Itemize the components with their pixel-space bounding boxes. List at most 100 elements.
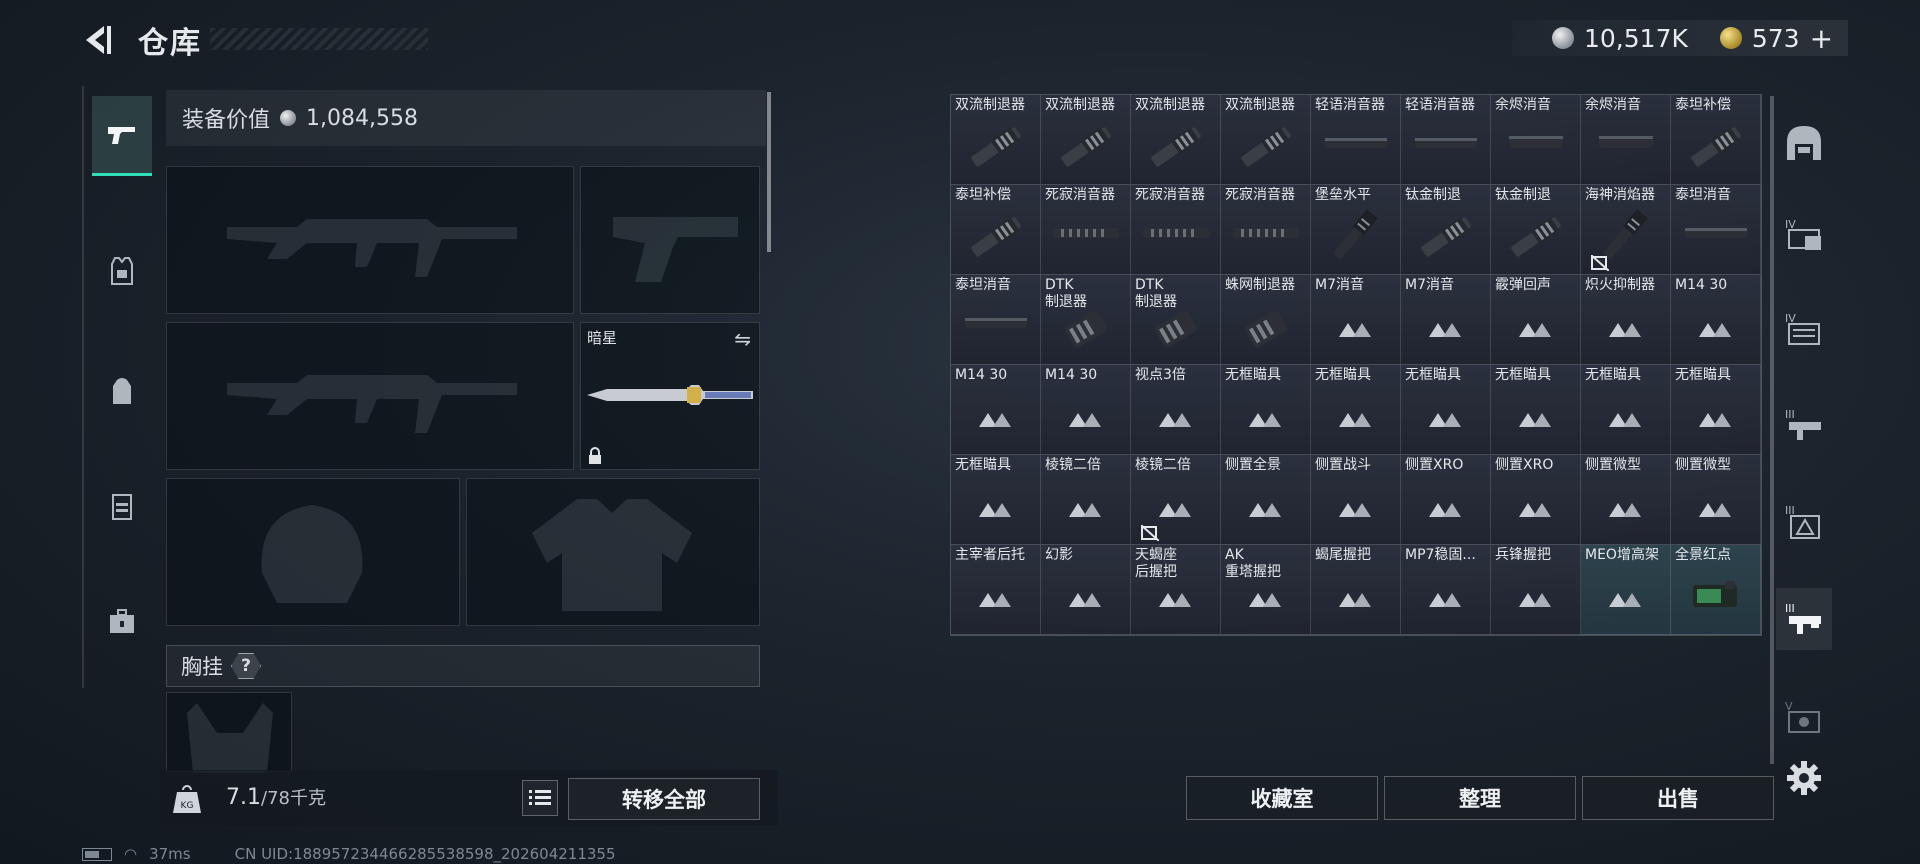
item-name: M7消音 — [1315, 277, 1364, 293]
inventory-item[interactable]: 泰坦补偿 — [1671, 95, 1761, 185]
inventory-item[interactable]: 棱镜二倍 — [1041, 455, 1131, 545]
inventory-item[interactable]: 炽火抑制器 — [1581, 275, 1671, 365]
primary-weapon-slot[interactable] — [166, 166, 574, 314]
inventory-item[interactable]: AK 重塔握把 — [1221, 545, 1311, 635]
inventory-item[interactable]: 死寂消音器 — [1131, 185, 1221, 275]
inventory-item[interactable]: 天蝎座 后握把 — [1131, 545, 1221, 635]
inventory-item[interactable]: DTK 制退器 — [1041, 275, 1131, 365]
inventory-item[interactable]: 轻语消音器 — [1311, 95, 1401, 185]
inventory-item[interactable]: 泰坦补偿 — [951, 185, 1041, 275]
add-gold-button[interactable]: + — [1810, 22, 1833, 55]
inventory-item[interactable]: 侧置微型 — [1581, 455, 1671, 545]
body-armor-slot[interactable] — [466, 478, 760, 626]
inventory-item[interactable]: 无框瞄具 — [1221, 365, 1311, 455]
loadout-scrollbar[interactable] — [767, 92, 771, 252]
swap-icon[interactable]: ⇋ — [734, 327, 751, 351]
inventory-item[interactable]: 钛金制退 — [1491, 185, 1581, 275]
sidearm-slot[interactable] — [580, 166, 760, 314]
inventory-item[interactable]: M7消音 — [1311, 275, 1401, 365]
inventory-item[interactable]: M14 30 — [1671, 275, 1761, 365]
inventory-item[interactable]: 侧置全景 — [1221, 455, 1311, 545]
placeholder-icon — [1519, 503, 1551, 517]
rifle-silhouette-icon — [227, 219, 517, 277]
inventory-item[interactable]: 无框瞄具 — [1491, 365, 1581, 455]
inventory-item[interactable]: MEO增高架 — [1581, 545, 1671, 635]
item-name: 无框瞄具 — [1315, 367, 1371, 383]
inventory-item[interactable]: 堡垒水平 — [1311, 185, 1401, 275]
stash-tab-3b[interactable]: III — [1776, 490, 1832, 552]
helmet-slot[interactable] — [166, 478, 460, 626]
suppressor-ribbed-icon — [1053, 228, 1119, 238]
inventory-item[interactable]: 轻语消音器 — [1401, 95, 1491, 185]
inventory-item[interactable]: 侧置战斗 — [1311, 455, 1401, 545]
melee-slot[interactable]: 暗星 ⇋ — [580, 322, 760, 470]
inventory-item[interactable]: 无框瞄具 — [1671, 365, 1761, 455]
inventory-item[interactable]: 泰坦消音 — [951, 275, 1041, 365]
inventory-item[interactable]: 余烬消音 — [1491, 95, 1581, 185]
transfer-all-button[interactable]: 转移全部 — [568, 778, 760, 820]
chest-rig-slot[interactable] — [166, 692, 292, 773]
collection-room-button[interactable]: 收藏室 — [1186, 776, 1378, 820]
inventory-item[interactable]: 视点3倍 — [1131, 365, 1221, 455]
stash-tab-4a[interactable]: IV — [1776, 204, 1832, 266]
back-button[interactable] — [80, 22, 120, 58]
inventory-item[interactable]: 余烬消音 — [1581, 95, 1671, 185]
inventory-item[interactable]: 幻影 — [1041, 545, 1131, 635]
stash-tab-5[interactable]: V — [1776, 686, 1832, 748]
stash-tab-4b[interactable]: IV — [1776, 298, 1832, 360]
inventory-item[interactable]: 泰坦消音 — [1671, 185, 1761, 275]
inventory-item[interactable]: 死寂消音器 — [1221, 185, 1311, 275]
inventory-item[interactable]: MP7稳固... — [1401, 545, 1491, 635]
secondary-weapon-slot[interactable] — [166, 322, 574, 470]
sell-button[interactable]: 出售 — [1582, 776, 1774, 820]
stash-tab-3c[interactable]: III — [1776, 588, 1832, 650]
chest-rig-header: 胸挂 ? — [166, 645, 760, 687]
chest-rig-icon — [112, 494, 132, 520]
inventory-item[interactable]: 双流制退器 — [1041, 95, 1131, 185]
uid-text: CN UID:1889572344662855385​98_2026042113… — [234, 845, 616, 863]
lock-icon — [589, 447, 601, 464]
equipment-value-label: 装备价值 — [182, 108, 271, 133]
inventory-item[interactable]: 死寂消音器 — [1041, 185, 1131, 275]
stash-scrollbar[interactable] — [1770, 96, 1774, 764]
help-button[interactable]: ? — [231, 653, 261, 679]
inventory-item[interactable]: 双流制退器 — [1221, 95, 1311, 185]
tab-armor[interactable] — [92, 231, 152, 311]
inventory-item[interactable]: 双流制退器 — [951, 95, 1041, 185]
inventory-item[interactable]: 无框瞄具 — [1581, 365, 1671, 455]
tab-backpack[interactable] — [92, 351, 152, 431]
coin-balance: 10,517K — [1584, 23, 1688, 53]
inventory-item[interactable]: 无框瞄具 — [1311, 365, 1401, 455]
list-icon — [529, 790, 551, 805]
inventory-item[interactable]: 无框瞄具 — [951, 455, 1041, 545]
inventory-item[interactable]: 无框瞄具 — [1401, 365, 1491, 455]
inventory-item[interactable]: M14 30 — [951, 365, 1041, 455]
stash-tab-home[interactable] — [1776, 112, 1832, 174]
inventory-item[interactable]: 侧置XRO — [1491, 455, 1581, 545]
stash-home-icon — [1787, 126, 1821, 160]
inventory-item[interactable]: 蛛网制退器 — [1221, 275, 1311, 365]
inventory-item[interactable]: 海神消焰器 — [1581, 185, 1671, 275]
tab-chest-rig[interactable] — [92, 466, 152, 546]
inventory-item[interactable]: 钛金制退 — [1401, 185, 1491, 275]
item-name: 棱镜二倍 — [1045, 457, 1101, 473]
stash-tab-3a[interactable]: III — [1776, 394, 1832, 456]
settings-gear-icon[interactable] — [1786, 760, 1822, 796]
tab-weapons[interactable] — [92, 96, 152, 176]
inventory-item[interactable]: 棱镜二倍 — [1131, 455, 1221, 545]
inventory-item[interactable]: 兵锋握把 — [1491, 545, 1581, 635]
organize-button[interactable]: 整理 — [1384, 776, 1576, 820]
inventory-item[interactable]: 侧置XRO — [1401, 455, 1491, 545]
inventory-item[interactable]: 全景红点 — [1671, 545, 1761, 635]
inventory-item[interactable]: 侧置微型 — [1671, 455, 1761, 545]
tab-medical[interactable] — [92, 581, 152, 661]
inventory-item[interactable]: M14 30 — [1041, 365, 1131, 455]
inventory-item[interactable]: DTK 制退器 — [1131, 275, 1221, 365]
inventory-item[interactable]: 主宰者后托 — [951, 545, 1041, 635]
inventory-item[interactable]: 霰弹回声 — [1491, 275, 1581, 365]
suppressor-icon — [965, 318, 1027, 328]
inventory-item[interactable]: 蝎尾握把 — [1311, 545, 1401, 635]
inventory-item[interactable]: M7消音 — [1401, 275, 1491, 365]
list-view-button[interactable] — [522, 780, 558, 816]
inventory-item[interactable]: 双流制退器 — [1131, 95, 1221, 185]
